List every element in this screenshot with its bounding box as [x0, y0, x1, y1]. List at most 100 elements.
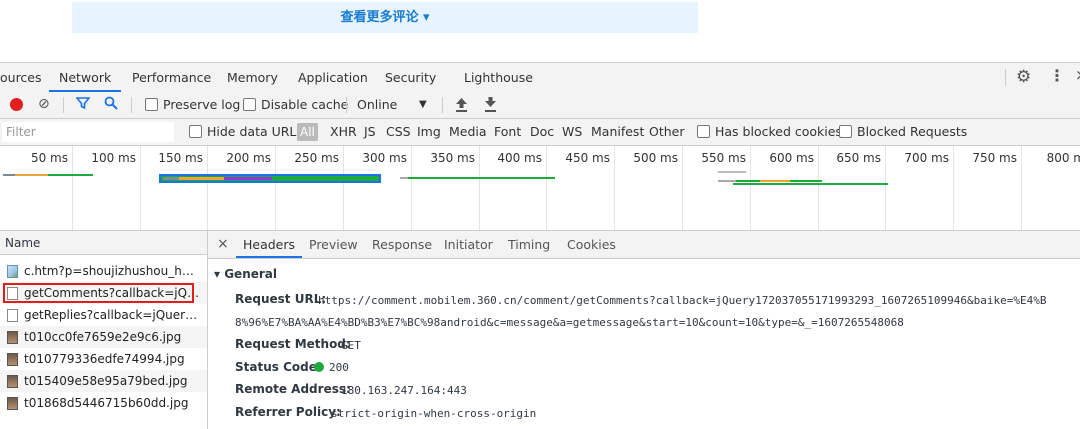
- timeline-gridline: [343, 146, 344, 230]
- settings-gear-icon[interactable]: ⚙: [1016, 67, 1031, 87]
- request-row[interactable]: t010779336edfe74994.jpg: [0, 348, 207, 370]
- referrer-policy-label: Referrer Policy:: [235, 405, 341, 419]
- timeline-gridline: [750, 146, 751, 230]
- tab-performance[interactable]: Performance: [132, 63, 211, 92]
- waterfall-bar: [733, 183, 888, 185]
- disable-cache-checkbox[interactable]: Disable cache: [243, 92, 348, 118]
- timeline-tick-label: 450 ms: [565, 151, 610, 165]
- image-icon: [7, 331, 18, 344]
- name-column-header[interactable]: Name: [0, 231, 207, 255]
- document-icon: [7, 265, 18, 278]
- timeline-gridline: [818, 146, 819, 230]
- filter-input[interactable]: Filter: [2, 122, 174, 142]
- filter-type-all[interactable]: All: [297, 123, 318, 141]
- general-section-header[interactable]: ▾ General: [214, 267, 277, 281]
- request-row[interactable]: t01868d5446715b60dd.jpg: [0, 392, 207, 414]
- more-options-icon[interactable]: ⋮: [1049, 66, 1065, 85]
- filter-type-other[interactable]: Other: [649, 119, 685, 145]
- disable-cache-label: Disable cache: [261, 97, 349, 112]
- request-row[interactable]: t015409e58e95a79bed.jpg: [0, 370, 207, 392]
- waterfall-bar: [760, 180, 790, 182]
- timeline-gridline: [207, 146, 208, 230]
- timeline-tick-label: 750 ms: [972, 151, 1017, 165]
- filter-type-css[interactable]: CSS: [386, 119, 411, 145]
- timeline-overview[interactable]: 50 ms 100 ms 150 ms 200 ms 250 ms 300 ms 350 m…: [0, 146, 1080, 231]
- waterfall-bar: [718, 171, 746, 173]
- import-har-icon[interactable]: [455, 97, 468, 115]
- tab-initiator[interactable]: Initiator: [444, 231, 493, 258]
- hide-data-urls-checkbox[interactable]: Hide data URLs: [189, 119, 303, 145]
- load-more-comments-banner[interactable]: 查看更多评论 ▾: [72, 2, 698, 33]
- close-devtools-icon[interactable]: ×: [1075, 66, 1080, 84]
- tab-memory[interactable]: Memory: [227, 63, 278, 92]
- timeline-tick-label: 550 ms: [701, 151, 746, 165]
- filter-type-img[interactable]: Img: [417, 119, 441, 145]
- filter-type-manifest[interactable]: Manifest: [591, 119, 644, 145]
- divider: [346, 97, 347, 113]
- timeline-gridline: [411, 146, 412, 230]
- search-icon[interactable]: [104, 96, 118, 113]
- tab-response[interactable]: Response: [372, 231, 432, 258]
- waterfall-bar: [15, 174, 48, 176]
- blocked-requests-label: Blocked Requests: [857, 124, 968, 139]
- tab-cookies[interactable]: Cookies: [567, 231, 616, 258]
- timeline-gridline: [72, 146, 73, 230]
- request-row[interactable]: t010cc0fe7659e2e9c6.jpg: [0, 326, 207, 348]
- remote-address-value: 180.163.247.164:443: [341, 384, 467, 397]
- waterfall-bar: [790, 180, 822, 182]
- request-row[interactable]: getReplies?callback=jQuery17...: [0, 304, 207, 326]
- preserve-log-label: Preserve log: [163, 97, 241, 112]
- tab-lighthouse[interactable]: Lighthouse: [464, 63, 533, 92]
- request-method-value: GET: [341, 339, 361, 352]
- timeline-tick-label: 300 ms: [362, 151, 407, 165]
- filter-type-xhr[interactable]: XHR: [330, 119, 357, 145]
- waterfall-bar: [48, 174, 93, 176]
- has-blocked-cookies-checkbox[interactable]: Has blocked cookies: [697, 119, 842, 145]
- timeline-gridline: [682, 146, 683, 230]
- request-details-pane: × Headers Preview Response Initiator Tim…: [208, 231, 1080, 429]
- export-har-icon[interactable]: [484, 97, 497, 115]
- throttling-select[interactable]: Online: [357, 92, 397, 118]
- status-code-label: Status Code:: [235, 360, 322, 374]
- load-more-comments-label[interactable]: 查看更多评论 ▾: [72, 2, 698, 33]
- blocked-requests-checkbox[interactable]: Blocked Requests: [839, 119, 967, 145]
- timeline-tick-label: 100 ms: [91, 151, 136, 165]
- tab-network[interactable]: Network: [49, 63, 122, 92]
- timeline-tick-label: 350 ms: [430, 151, 475, 165]
- requests-list: Name c.htm?p=shoujizhushou_help... getCo…: [0, 231, 208, 429]
- tab-headers[interactable]: Headers: [236, 231, 303, 258]
- timeline-tick-label: 400 ms: [497, 151, 542, 165]
- status-code-value: 200: [314, 361, 349, 374]
- timeline-tick-label: 150 ms: [158, 151, 203, 165]
- filter-type-js[interactable]: JS: [364, 119, 376, 145]
- filter-funnel-icon[interactable]: [75, 96, 91, 113]
- waterfall-bar: [736, 180, 760, 182]
- filter-type-ws[interactable]: WS: [562, 119, 582, 145]
- image-icon: [7, 375, 18, 388]
- tab-preview[interactable]: Preview: [309, 231, 358, 258]
- clear-icon[interactable]: ⊘: [38, 96, 50, 112]
- filter-type-doc[interactable]: Doc: [530, 119, 554, 145]
- tab-sources[interactable]: ources: [0, 63, 42, 92]
- referrer-policy-value: strict-origin-when-cross-origin: [331, 407, 537, 420]
- status-ok-icon: [314, 362, 324, 372]
- timeline-gridline: [953, 146, 954, 230]
- request-row[interactable]: c.htm?p=shoujizhushou_help...: [0, 260, 207, 282]
- timeline-tick-label: 700 ms: [904, 151, 949, 165]
- tab-timing[interactable]: Timing: [508, 231, 550, 258]
- divider: [442, 97, 443, 113]
- waterfall-bar: [400, 177, 408, 179]
- file-icon: [7, 309, 18, 322]
- timeline-tick-label: 250 ms: [294, 151, 339, 165]
- record-icon[interactable]: [10, 98, 23, 111]
- close-details-icon[interactable]: ×: [217, 231, 229, 258]
- waterfall-bar: [3, 174, 15, 176]
- tab-application[interactable]: Application: [298, 63, 368, 92]
- divider: [1005, 69, 1006, 86]
- preserve-log-checkbox[interactable]: Preserve log: [145, 92, 240, 118]
- filter-type-media[interactable]: Media: [449, 119, 487, 145]
- timeline-tick-label: 650 ms: [836, 151, 881, 165]
- chevron-down-icon[interactable]: ▼: [419, 92, 427, 118]
- tab-security[interactable]: Security: [385, 63, 436, 92]
- filter-type-font[interactable]: Font: [494, 119, 521, 145]
